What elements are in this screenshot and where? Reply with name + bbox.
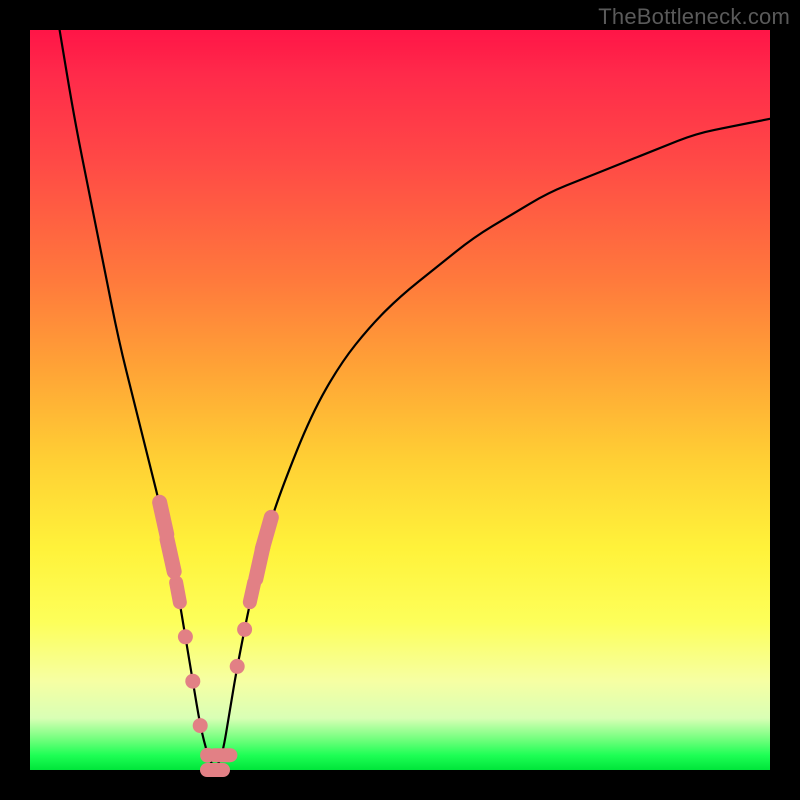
data-marker [237,622,252,637]
data-marker [230,659,245,674]
plot-area [30,30,770,770]
data-marker [207,748,237,762]
bottleneck-curve [60,30,770,766]
data-marker [193,718,208,733]
watermark-text: TheBottleneck.com [598,4,790,30]
data-marker [185,674,200,689]
data-marker [200,763,230,777]
data-marker [253,508,281,558]
data-marker [168,574,188,610]
chart-svg [30,30,770,770]
chart-frame: TheBottleneck.com [0,0,800,800]
data-marker [178,629,193,644]
marker-group [151,493,281,777]
data-marker [158,530,183,580]
